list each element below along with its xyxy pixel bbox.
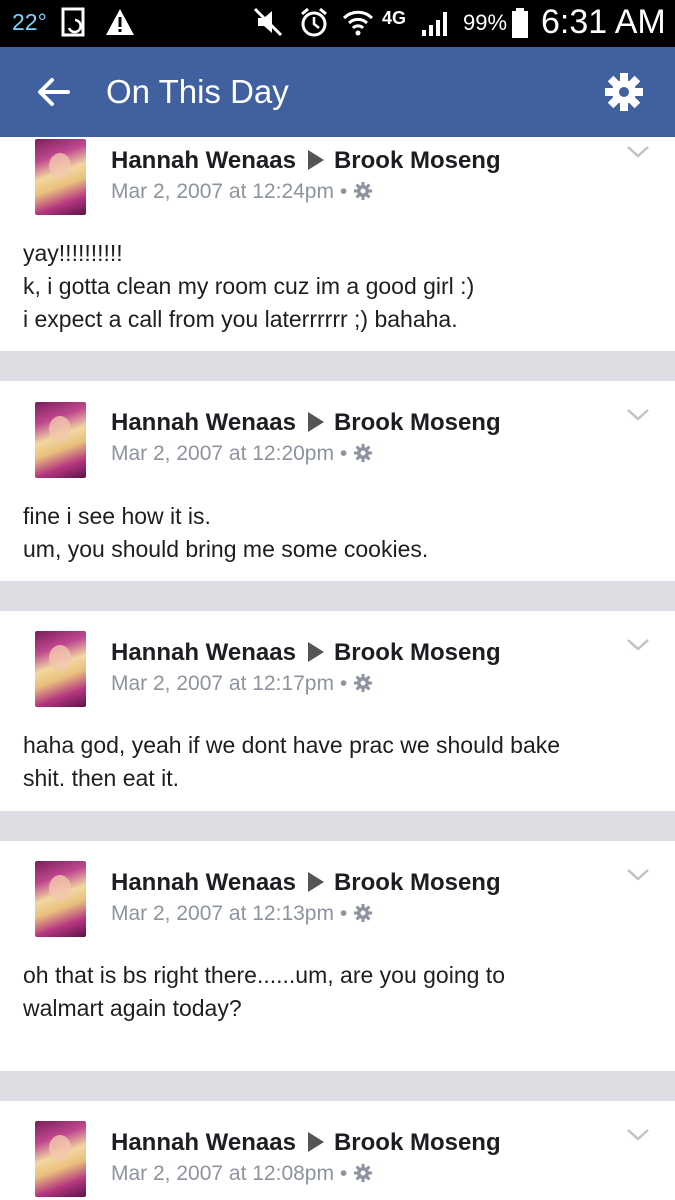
post-header: Hannah Wenaas Brook Moseng [111,1129,501,1157]
privacy-gear-icon [354,444,373,462]
gear-icon[interactable] [603,71,645,113]
post-text-line: haha god, yeah if we dont have prac we s… [23,732,561,758]
recipient-name[interactable]: Brook Moseng [334,869,501,896]
privacy-gear-icon [354,904,373,922]
signal-icon [422,12,447,36]
post-timestamp[interactable]: Mar 2, 2007 at 12:08pm [111,1162,334,1185]
post-text-line: i expect a call from you laterrrrrr ;) b… [23,306,458,332]
post-header: Hannah Wenaas Brook Moseng [111,639,501,667]
post-card: Hannah Wenaas Brook Moseng Mar 2, 2007 at… [0,381,675,581]
triangle-right-icon [307,1132,324,1152]
battery-icon [512,8,528,38]
post-text-line: k, i gotta clean my room cuz im a good g… [23,273,475,299]
triangle-right-icon [307,872,324,892]
warning-icon [106,9,134,35]
privacy-gear-icon [354,182,373,200]
recipient-name[interactable]: Brook Moseng [334,409,501,436]
recipient-name[interactable]: Brook Moseng [334,639,501,666]
post-header: Hannah Wenaas Brook Moseng [111,409,501,437]
post-timestamp[interactable]: Mar 2, 2007 at 12:13pm [111,902,334,925]
post-card: Hannah Wenaas Brook Moseng Mar 2, 2007 at… [0,611,675,811]
post-meta: Mar 2, 2007 at 12:20pm • [111,442,373,466]
chevron-down-icon[interactable] [626,408,650,422]
chevron-down-icon[interactable] [626,638,650,652]
temperature-indicator: 22° [12,9,47,35]
alarm-icon [301,7,327,37]
post-body: oh that is bs right there......um, are y… [23,959,653,1025]
recipient-name[interactable]: Brook Moseng [334,1129,501,1156]
post-header: Hannah Wenaas Brook Moseng [111,869,501,897]
chevron-down-icon[interactable] [626,145,650,159]
post-card: Hannah Wenaas Brook Moseng Mar 2, 2007 at… [0,1101,675,1200]
post-timestamp[interactable]: Mar 2, 2007 at 12:24pm [111,180,334,203]
page-title: On This Day [106,73,289,110]
wifi-icon [342,10,374,36]
triangle-right-icon [307,642,324,662]
post-body: yay!!!!!!!!!! k, i gotta clean my room c… [23,237,653,336]
recipient-name[interactable]: Brook Moseng [334,147,501,174]
post-text-line: shit. then eat it. [23,765,179,791]
triangle-right-icon [307,150,324,170]
post-text-line: fine i see how it is. [23,503,211,529]
post-body: fine i see how it is. um, you should bri… [23,500,653,566]
author-name[interactable]: Hannah Wenaas [111,869,296,896]
post-meta: Mar 2, 2007 at 12:13pm • [111,902,373,926]
author-name[interactable]: Hannah Wenaas [111,639,296,666]
post-card: Hannah Wenaas Brook Moseng Mar 2, 2007 at… [0,137,675,351]
post-body: haha god, yeah if we dont have prac we s… [23,729,653,795]
post-header: Hannah Wenaas Brook Moseng [111,147,501,175]
post-meta: Mar 2, 2007 at 12:08pm • [111,1162,373,1186]
privacy-gear-icon [354,674,373,692]
mute-icon [253,7,283,37]
post-timestamp[interactable]: Mar 2, 2007 at 12:20pm [111,442,334,465]
arrow-left-icon[interactable] [34,72,74,112]
battery-percent: 99% [463,10,508,35]
author-name[interactable]: Hannah Wenaas [111,1129,296,1156]
post-text-line: oh that is bs right there......um, are y… [23,962,505,988]
avatar[interactable] [35,402,86,478]
triangle-right-icon [307,412,324,432]
post-text-line: yay!!!!!!!!!! [23,240,123,266]
clock: 6:31 AM [541,3,666,41]
chevron-down-icon[interactable] [626,1128,650,1142]
post-text-line: walmart again today? [23,995,242,1021]
avatar[interactable] [35,861,86,937]
post-text-line: um, you should bring me some cookies. [23,536,429,562]
avatar[interactable] [35,631,86,707]
screen-rotate-icon [61,7,85,37]
post-card: Hannah Wenaas Brook Moseng Mar 2, 2007 at… [0,841,675,1071]
post-timestamp[interactable]: Mar 2, 2007 at 12:17pm [111,672,334,695]
post-meta: Mar 2, 2007 at 12:17pm • [111,672,373,696]
network-type-indicator: 4G [382,8,407,28]
app-bar: On This Day [0,47,675,137]
post-meta: Mar 2, 2007 at 12:24pm • [111,180,373,204]
avatar[interactable] [35,1121,86,1197]
privacy-gear-icon [354,1164,373,1182]
avatar[interactable] [35,139,86,215]
author-name[interactable]: Hannah Wenaas [111,409,296,436]
status-bar: 22° 4G 99% 6:31 AM [0,0,675,47]
author-name[interactable]: Hannah Wenaas [111,147,296,174]
chevron-down-icon[interactable] [626,868,650,882]
